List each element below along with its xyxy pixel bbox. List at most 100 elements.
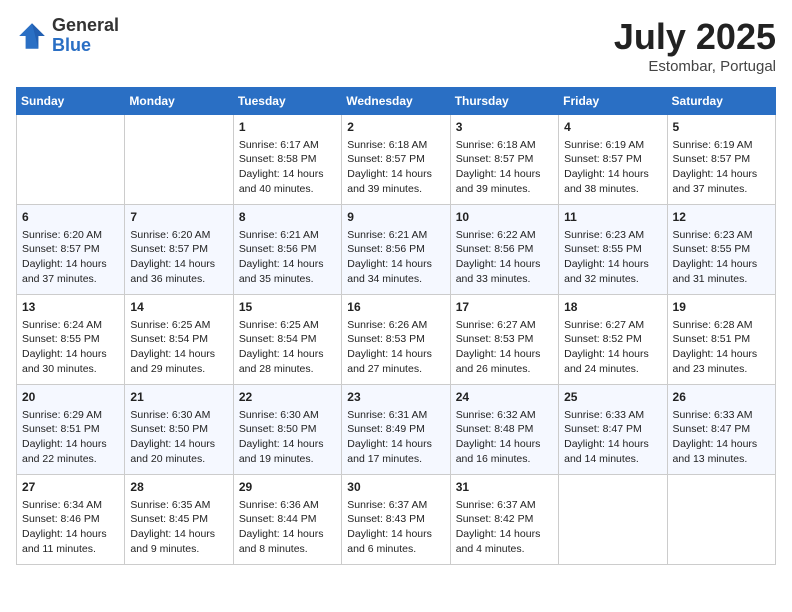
day-number: 7	[130, 209, 227, 226]
day-number: 21	[130, 389, 227, 406]
calendar-cell: 17 Sunrise: 6:27 AMSunset: 8:53 PMDayligh…	[450, 295, 558, 385]
day-info: Sunrise: 6:30 AMSunset: 8:50 PMDaylight:…	[130, 408, 227, 467]
calendar-cell: 13 Sunrise: 6:24 AMSunset: 8:55 PMDayligh…	[17, 295, 125, 385]
day-number: 4	[564, 119, 661, 136]
day-number: 13	[22, 299, 119, 316]
day-info: Sunrise: 6:24 AMSunset: 8:55 PMDaylight:…	[22, 318, 119, 377]
day-number: 14	[130, 299, 227, 316]
logo-blue: Blue	[52, 36, 119, 56]
day-number: 23	[347, 389, 444, 406]
calendar-cell	[125, 115, 233, 205]
day-info: Sunrise: 6:19 AMSunset: 8:57 PMDaylight:…	[564, 138, 661, 197]
calendar-cell: 26 Sunrise: 6:33 AMSunset: 8:47 PMDayligh…	[667, 385, 775, 475]
calendar-cell: 2 Sunrise: 6:18 AMSunset: 8:57 PMDaylight…	[342, 115, 450, 205]
calendar-cell: 31Sunrise: 6:37 AMSunset: 8:42 PMDayligh…	[450, 475, 558, 565]
calendar-cell: 22Sunrise: 6:30 AMSunset: 8:50 PMDayligh…	[233, 385, 341, 475]
calendar-cell: 29 Sunrise: 6:36 AMSunset: 8:44 PMDayligh…	[233, 475, 341, 565]
calendar-cell: 1 Sunrise: 6:17 AMSunset: 8:58 PMDaylight…	[233, 115, 341, 205]
day-number: 27	[22, 479, 119, 496]
calendar-cell: 10 Sunrise: 6:22 AMSunset: 8:56 PMDayligh…	[450, 205, 558, 295]
calendar-cell: 3 Sunrise: 6:18 AMSunset: 8:57 PMDaylight…	[450, 115, 558, 205]
calendar-week-1: 1 Sunrise: 6:17 AMSunset: 8:58 PMDaylight…	[17, 115, 776, 205]
day-number: 15	[239, 299, 336, 316]
calendar-cell: 4 Sunrise: 6:19 AMSunset: 8:57 PMDaylight…	[559, 115, 667, 205]
calendar-cell: 18 Sunrise: 6:27 AMSunset: 8:52 PMDayligh…	[559, 295, 667, 385]
calendar-cell: 16Sunrise: 6:26 AMSunset: 8:53 PMDayligh…	[342, 295, 450, 385]
day-info: Sunrise: 6:30 AMSunset: 8:50 PMDaylight:…	[239, 408, 336, 467]
day-number: 31	[456, 479, 553, 496]
month-title: July 2025	[614, 16, 776, 58]
calendar-week-4: 20Sunrise: 6:29 AMSunset: 8:51 PMDayligh…	[17, 385, 776, 475]
calendar-week-3: 13 Sunrise: 6:24 AMSunset: 8:55 PMDayligh…	[17, 295, 776, 385]
day-number: 10	[456, 209, 553, 226]
weekday-header-row: SundayMondayTuesdayWednesdayThursdayFrid…	[17, 88, 776, 115]
calendar-week-2: 6 Sunrise: 6:20 AMSunset: 8:57 PMDaylight…	[17, 205, 776, 295]
day-number: 11	[564, 209, 661, 226]
day-info: Sunrise: 6:27 AMSunset: 8:53 PMDaylight:…	[456, 318, 553, 377]
calendar-cell: 9 Sunrise: 6:21 AMSunset: 8:56 PMDaylight…	[342, 205, 450, 295]
day-info: Sunrise: 6:37 AMSunset: 8:43 PMDaylight:…	[347, 498, 444, 557]
logo-general: General	[52, 16, 119, 36]
day-number: 18	[564, 299, 661, 316]
day-number: 26	[673, 389, 770, 406]
day-info: Sunrise: 6:21 AMSunset: 8:56 PMDaylight:…	[347, 228, 444, 287]
day-info: Sunrise: 6:20 AMSunset: 8:57 PMDaylight:…	[22, 228, 119, 287]
calendar-cell: 15 Sunrise: 6:25 AMSunset: 8:54 PMDayligh…	[233, 295, 341, 385]
location: Estombar, Portugal	[614, 58, 776, 75]
day-number: 30	[347, 479, 444, 496]
logo: General Blue	[16, 16, 119, 56]
day-info: Sunrise: 6:23 AMSunset: 8:55 PMDaylight:…	[673, 228, 770, 287]
day-info: Sunrise: 6:19 AMSunset: 8:57 PMDaylight:…	[673, 138, 770, 197]
day-info: Sunrise: 6:32 AMSunset: 8:48 PMDaylight:…	[456, 408, 553, 467]
day-number: 28	[130, 479, 227, 496]
day-info: Sunrise: 6:20 AMSunset: 8:57 PMDaylight:…	[130, 228, 227, 287]
day-number: 2	[347, 119, 444, 136]
day-info: Sunrise: 6:25 AMSunset: 8:54 PMDaylight:…	[239, 318, 336, 377]
day-info: Sunrise: 6:23 AMSunset: 8:55 PMDaylight:…	[564, 228, 661, 287]
day-info: Sunrise: 6:36 AMSunset: 8:44 PMDaylight:…	[239, 498, 336, 557]
day-number: 9	[347, 209, 444, 226]
day-info: Sunrise: 6:34 AMSunset: 8:46 PMDaylight:…	[22, 498, 119, 557]
calendar-cell: 14Sunrise: 6:25 AMSunset: 8:54 PMDayligh…	[125, 295, 233, 385]
calendar-cell: 21 Sunrise: 6:30 AMSunset: 8:50 PMDayligh…	[125, 385, 233, 475]
weekday-header-sunday: Sunday	[17, 88, 125, 115]
weekday-header-saturday: Saturday	[667, 88, 775, 115]
day-number: 8	[239, 209, 336, 226]
logo-text: General Blue	[52, 16, 119, 56]
day-info: Sunrise: 6:22 AMSunset: 8:56 PMDaylight:…	[456, 228, 553, 287]
day-info: Sunrise: 6:33 AMSunset: 8:47 PMDaylight:…	[673, 408, 770, 467]
day-info: Sunrise: 6:17 AMSunset: 8:58 PMDaylight:…	[239, 138, 336, 197]
calendar-cell: 19Sunrise: 6:28 AMSunset: 8:51 PMDayligh…	[667, 295, 775, 385]
weekday-header-wednesday: Wednesday	[342, 88, 450, 115]
day-number: 16	[347, 299, 444, 316]
calendar-cell: 5 Sunrise: 6:19 AMSunset: 8:57 PMDaylight…	[667, 115, 775, 205]
calendar-cell: 28 Sunrise: 6:35 AMSunset: 8:45 PMDayligh…	[125, 475, 233, 565]
day-number: 29	[239, 479, 336, 496]
calendar-cell	[559, 475, 667, 565]
calendar-body: 1 Sunrise: 6:17 AMSunset: 8:58 PMDaylight…	[17, 115, 776, 565]
title-block: July 2025 Estombar, Portugal	[614, 16, 776, 75]
day-info: Sunrise: 6:21 AMSunset: 8:56 PMDaylight:…	[239, 228, 336, 287]
day-number: 6	[22, 209, 119, 226]
day-number: 25	[564, 389, 661, 406]
calendar-cell: 7 Sunrise: 6:20 AMSunset: 8:57 PMDaylight…	[125, 205, 233, 295]
day-info: Sunrise: 6:18 AMSunset: 8:57 PMDaylight:…	[456, 138, 553, 197]
calendar-cell: 11 Sunrise: 6:23 AMSunset: 8:55 PMDayligh…	[559, 205, 667, 295]
day-number: 1	[239, 119, 336, 136]
day-info: Sunrise: 6:27 AMSunset: 8:52 PMDaylight:…	[564, 318, 661, 377]
weekday-header-tuesday: Tuesday	[233, 88, 341, 115]
calendar-header: SundayMondayTuesdayWednesdayThursdayFrid…	[17, 88, 776, 115]
day-number: 3	[456, 119, 553, 136]
day-info: Sunrise: 6:35 AMSunset: 8:45 PMDaylight:…	[130, 498, 227, 557]
day-number: 17	[456, 299, 553, 316]
day-info: Sunrise: 6:18 AMSunset: 8:57 PMDaylight:…	[347, 138, 444, 197]
day-number: 5	[673, 119, 770, 136]
calendar-cell: 25Sunrise: 6:33 AMSunset: 8:47 PMDayligh…	[559, 385, 667, 475]
logo-icon	[16, 20, 48, 52]
weekday-header-friday: Friday	[559, 88, 667, 115]
page-header: General Blue July 2025 Estombar, Portuga…	[16, 16, 776, 75]
calendar-cell: 27 Sunrise: 6:34 AMSunset: 8:46 PMDayligh…	[17, 475, 125, 565]
calendar-cell: 24Sunrise: 6:32 AMSunset: 8:48 PMDayligh…	[450, 385, 558, 475]
calendar-cell: 12Sunrise: 6:23 AMSunset: 8:55 PMDayligh…	[667, 205, 775, 295]
day-number: 19	[673, 299, 770, 316]
